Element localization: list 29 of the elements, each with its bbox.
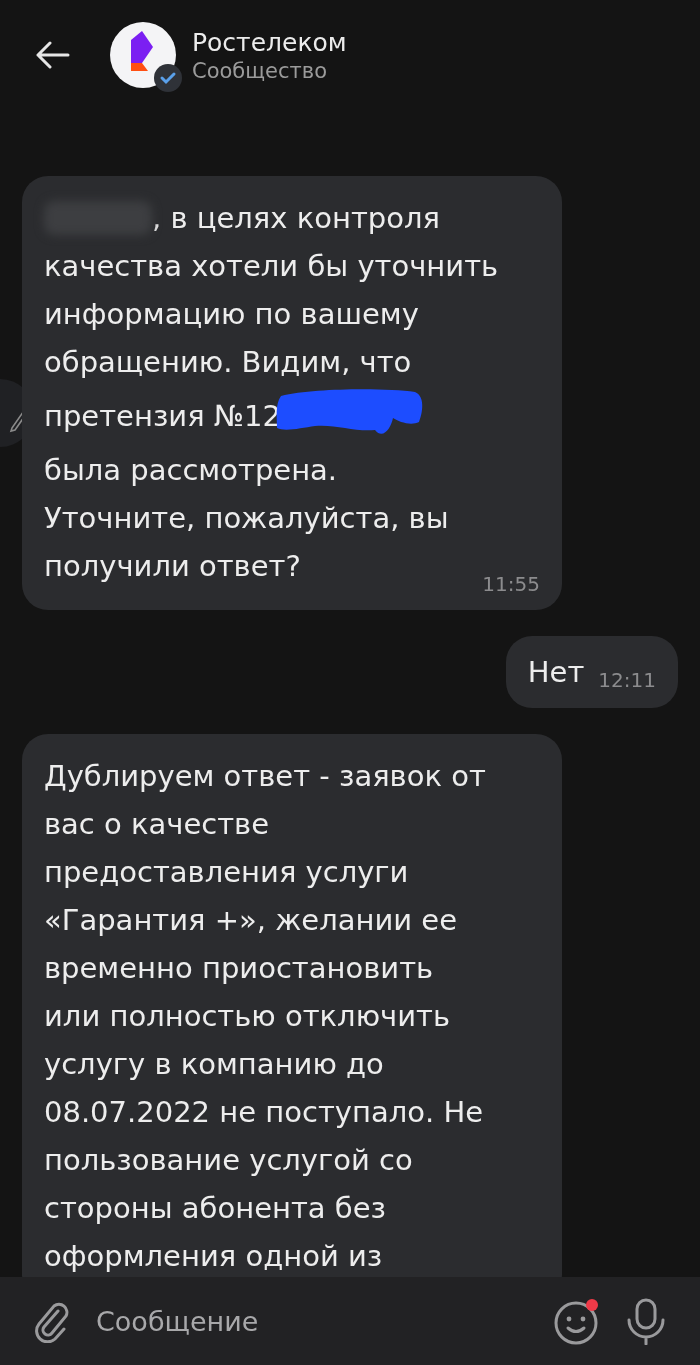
message-text: стороны абонента без bbox=[44, 1190, 386, 1227]
microphone-icon[interactable] bbox=[626, 1297, 666, 1345]
message-text: Нет bbox=[527, 654, 585, 691]
message-text: «Гарантия +», желании ее bbox=[44, 902, 458, 939]
message-text: Дублируем ответ - заявок от bbox=[44, 758, 486, 795]
message-text: услугу в компанию до bbox=[44, 1046, 384, 1083]
message-text: , в целях контроля bbox=[152, 200, 440, 237]
message-text: обращению. Видим, что bbox=[44, 344, 412, 381]
message-text: была рассмотрена. bbox=[44, 452, 338, 489]
message-text: претензия №12 bbox=[44, 398, 281, 435]
message-text: Уточните, пожалуйста, вы bbox=[44, 500, 449, 537]
message-time: 11:55 bbox=[482, 572, 540, 596]
edit-icon[interactable] bbox=[0, 378, 22, 448]
message-text: временно приостановить bbox=[44, 950, 434, 987]
message-text: или полностью отключить bbox=[44, 998, 450, 1035]
back-icon[interactable] bbox=[34, 41, 70, 69]
message-text: 08.07.2022 не поступало. Не bbox=[44, 1094, 484, 1131]
chat-subtitle: Сообщество bbox=[192, 58, 328, 83]
chat-title: Ростелеком bbox=[192, 27, 347, 57]
message-text: качества хотели бы уточнить bbox=[44, 248, 499, 285]
message-text: оформления одной из bbox=[44, 1238, 383, 1275]
message-text: получили ответ? bbox=[44, 548, 301, 585]
message-text: информацию по вашему bbox=[44, 296, 419, 333]
message-text: вас о качестве bbox=[44, 806, 270, 843]
message-composer[interactable]: Сообщение bbox=[0, 1277, 700, 1365]
message-text: пользование услугой со bbox=[44, 1142, 413, 1179]
message-field[interactable]: Сообщение bbox=[96, 1299, 530, 1343]
message-text: предоставления услуги bbox=[44, 854, 409, 891]
message-time: 12:11 bbox=[598, 668, 656, 694]
